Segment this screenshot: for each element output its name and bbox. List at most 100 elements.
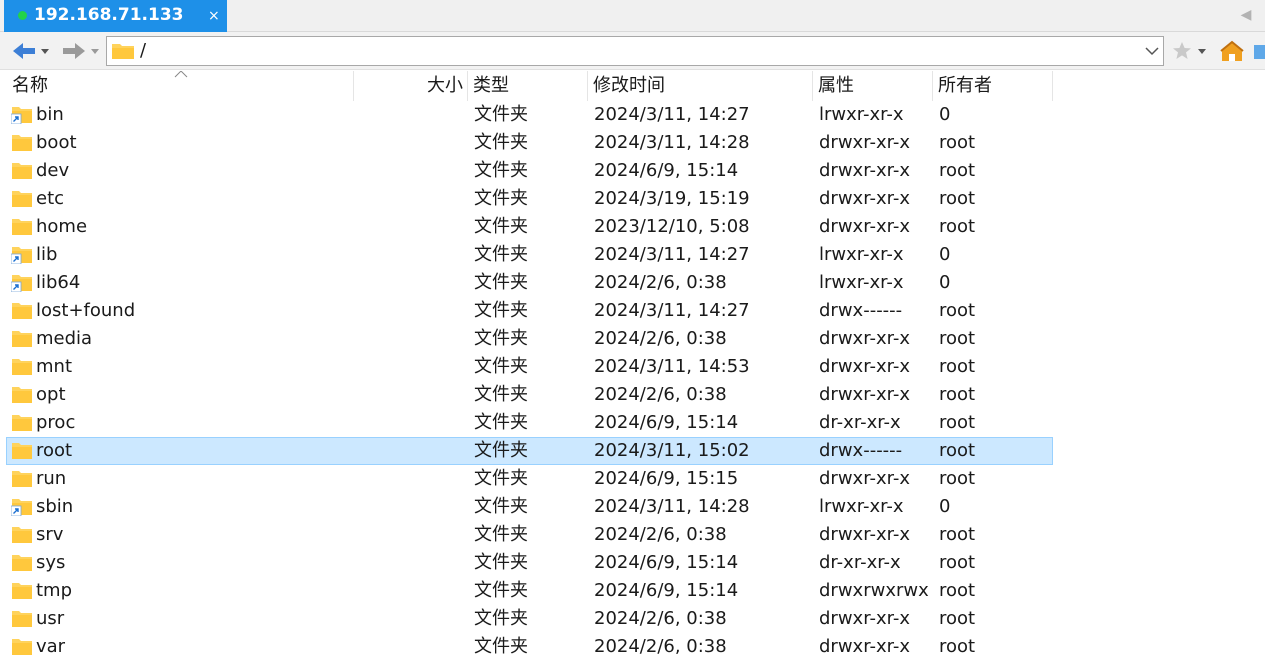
table-row[interactable]: opt 文件夹 2024/2/6, 0:38 drwxr-xr-x root: [6, 381, 1053, 409]
column-header-name[interactable]: 名称: [6, 71, 354, 101]
table-row[interactable]: root 文件夹 2024/3/11, 15:02 drwx------ root: [6, 437, 1053, 465]
file-type: 文件夹: [474, 272, 528, 293]
file-modified: 2024/2/6, 0:38: [594, 524, 727, 545]
table-row[interactable]: srv 文件夹 2024/2/6, 0:38 drwxr-xr-x root: [6, 521, 1053, 549]
file-type: 文件夹: [474, 636, 528, 657]
home-button[interactable]: [1220, 39, 1244, 63]
table-row[interactable]: tmp 文件夹 2024/6/9, 15:14 drwxrwxrwx root: [6, 577, 1053, 605]
table-row[interactable]: media 文件夹 2024/2/6, 0:38 drwxr-xr-x root: [6, 325, 1053, 353]
table-row[interactable]: sbin 文件夹 2024/3/11, 14:28 lrwxr-xr-x 0: [6, 493, 1053, 521]
file-attributes: drwxr-xr-x: [819, 356, 910, 377]
file-attributes: drwxr-xr-x: [819, 608, 910, 629]
file-modified: 2024/2/6, 0:38: [594, 636, 727, 657]
home-icon: [1220, 40, 1244, 61]
more-icon[interactable]: [1252, 39, 1265, 63]
sort-ascending-icon: [174, 71, 188, 78]
file-attributes: drwxr-xr-x: [819, 328, 910, 349]
file-type: 文件夹: [474, 356, 528, 377]
file-attributes: drwxr-xr-x: [819, 384, 910, 405]
back-arrow-icon: [13, 43, 49, 59]
bookmark-button[interactable]: [1172, 40, 1210, 62]
file-owner: root: [939, 524, 976, 545]
column-header-attributes[interactable]: 属性: [813, 71, 933, 101]
file-modified: 2024/6/9, 15:14: [594, 580, 739, 601]
table-row[interactable]: home 文件夹 2023/12/10, 5:08 drwxr-xr-x root: [6, 213, 1053, 241]
file-owner: root: [939, 356, 976, 377]
path-input[interactable]: /: [106, 36, 1164, 66]
file-owner: root: [939, 468, 976, 489]
folder-icon: [11, 414, 33, 432]
file-modified: 2024/6/9, 15:14: [594, 552, 739, 573]
file-owner: root: [939, 580, 976, 601]
table-row[interactable]: mnt 文件夹 2024/3/11, 14:53 drwxr-xr-x root: [6, 353, 1053, 381]
file-name: lib64: [36, 272, 81, 293]
file-attributes: lrwxr-xr-x: [819, 104, 904, 125]
table-row[interactable]: lib64 文件夹 2024/2/6, 0:38 lrwxr-xr-x 0: [6, 269, 1053, 297]
file-attributes: drwxr-xr-x: [819, 636, 910, 657]
back-button[interactable]: [10, 40, 52, 62]
column-header-type[interactable]: 类型: [468, 71, 588, 101]
table-row[interactable]: lost+found 文件夹 2024/3/11, 14:27 drwx------ r…: [6, 297, 1053, 325]
file-type: 文件夹: [474, 132, 528, 153]
file-owner: 0: [939, 104, 951, 125]
file-modified: 2024/3/11, 14:27: [594, 104, 750, 125]
file-type: 文件夹: [474, 552, 528, 573]
file-type: 文件夹: [474, 524, 528, 545]
file-modified: 2024/3/11, 14:53: [594, 356, 750, 377]
table-row[interactable]: usr 文件夹 2024/2/6, 0:38 drwxr-xr-x root: [6, 605, 1053, 633]
file-type: 文件夹: [474, 608, 528, 629]
scroll-left-icon[interactable]: ◀: [1238, 5, 1254, 25]
file-modified: 2023/12/10, 5:08: [594, 216, 750, 237]
file-modified: 2024/2/6, 0:38: [594, 328, 727, 349]
file-name: lib: [36, 244, 58, 265]
file-modified: 2024/2/6, 0:38: [594, 384, 727, 405]
table-row[interactable]: lib 文件夹 2024/3/11, 14:27 lrwxr-xr-x 0: [6, 241, 1053, 269]
star-icon: [1173, 42, 1206, 59]
file-modified: 2024/3/11, 14:27: [594, 300, 750, 321]
column-size-label: 大小: [427, 75, 463, 96]
folder-icon: [11, 134, 33, 152]
column-header-modified[interactable]: 修改时间: [588, 71, 813, 101]
table-row[interactable]: var 文件夹 2024/2/6, 0:38 drwxr-xr-x root: [6, 633, 1053, 657]
tab-session[interactable]: 192.168.71.133 ×: [4, 0, 227, 32]
file-list[interactable]: 名称 大小 类型 修改时间 属性 所有者 bin 文件夹 2024/3/11, 14…: [6, 71, 1265, 657]
chevron-down-icon[interactable]: [1143, 41, 1161, 61]
table-row[interactable]: dev 文件夹 2024/6/9, 15:14 drwxr-xr-x root: [6, 157, 1053, 185]
table-row[interactable]: run 文件夹 2024/6/9, 15:15 drwxr-xr-x root: [6, 465, 1053, 493]
file-attributes: drwx------: [819, 300, 903, 321]
file-type: 文件夹: [474, 160, 528, 181]
file-attributes: dr-xr-xr-x: [819, 552, 901, 573]
table-row[interactable]: bin 文件夹 2024/3/11, 14:27 lrwxr-xr-x 0: [6, 101, 1053, 129]
folder-icon: [11, 610, 33, 628]
table-row[interactable]: boot 文件夹 2024/3/11, 14:28 drwxr-xr-x root: [6, 129, 1053, 157]
folder-link-icon: [10, 274, 33, 293]
column-header-owner[interactable]: 所有者: [933, 71, 1053, 101]
file-name: run: [36, 468, 67, 489]
file-name: srv: [36, 524, 64, 545]
file-owner: 0: [939, 496, 951, 517]
folder-icon: [11, 302, 33, 320]
list-header: 名称 大小 类型 修改时间 属性 所有者: [6, 71, 1053, 101]
path-text: /: [140, 40, 147, 61]
file-modified: 2024/6/9, 15:15: [594, 468, 739, 489]
file-owner: 0: [939, 272, 951, 293]
file-attributes: drwxr-xr-x: [819, 132, 910, 153]
folder-icon: [11, 554, 33, 572]
table-row[interactable]: sys 文件夹 2024/6/9, 15:14 dr-xr-xr-x root: [6, 549, 1053, 577]
file-name: media: [36, 328, 93, 349]
column-header-size[interactable]: 大小: [354, 71, 468, 101]
file-type: 文件夹: [474, 188, 528, 209]
file-type: 文件夹: [474, 300, 528, 321]
file-name: var: [36, 636, 66, 657]
folder-link-icon: [10, 498, 33, 517]
table-row[interactable]: proc 文件夹 2024/6/9, 15:14 dr-xr-xr-x root: [6, 409, 1053, 437]
file-attributes: drwx------: [819, 440, 903, 461]
file-modified: 2024/6/9, 15:14: [594, 412, 739, 433]
file-name: boot: [36, 132, 77, 153]
close-icon[interactable]: ×: [208, 6, 220, 26]
file-type: 文件夹: [474, 216, 528, 237]
forward-button[interactable]: [60, 40, 102, 62]
file-type: 文件夹: [474, 244, 528, 265]
table-row[interactable]: etc 文件夹 2024/3/19, 15:19 drwxr-xr-x root: [6, 185, 1053, 213]
file-name: usr: [36, 608, 65, 629]
